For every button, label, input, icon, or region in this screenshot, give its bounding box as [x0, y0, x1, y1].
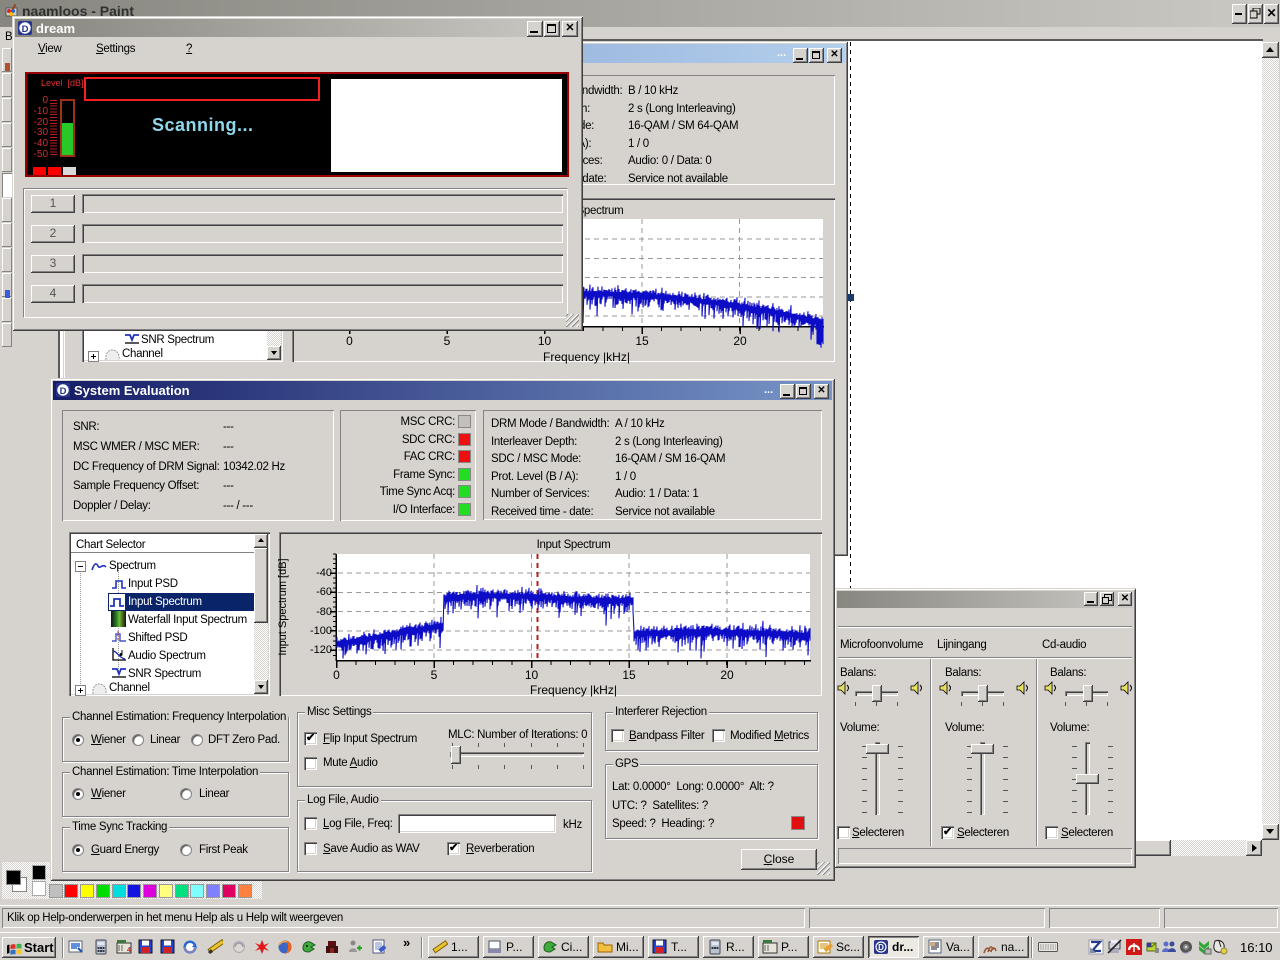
svg-text:D: D	[22, 24, 29, 35]
svg-text:D: D	[878, 943, 884, 952]
svg-text:4: 4	[127, 947, 131, 954]
